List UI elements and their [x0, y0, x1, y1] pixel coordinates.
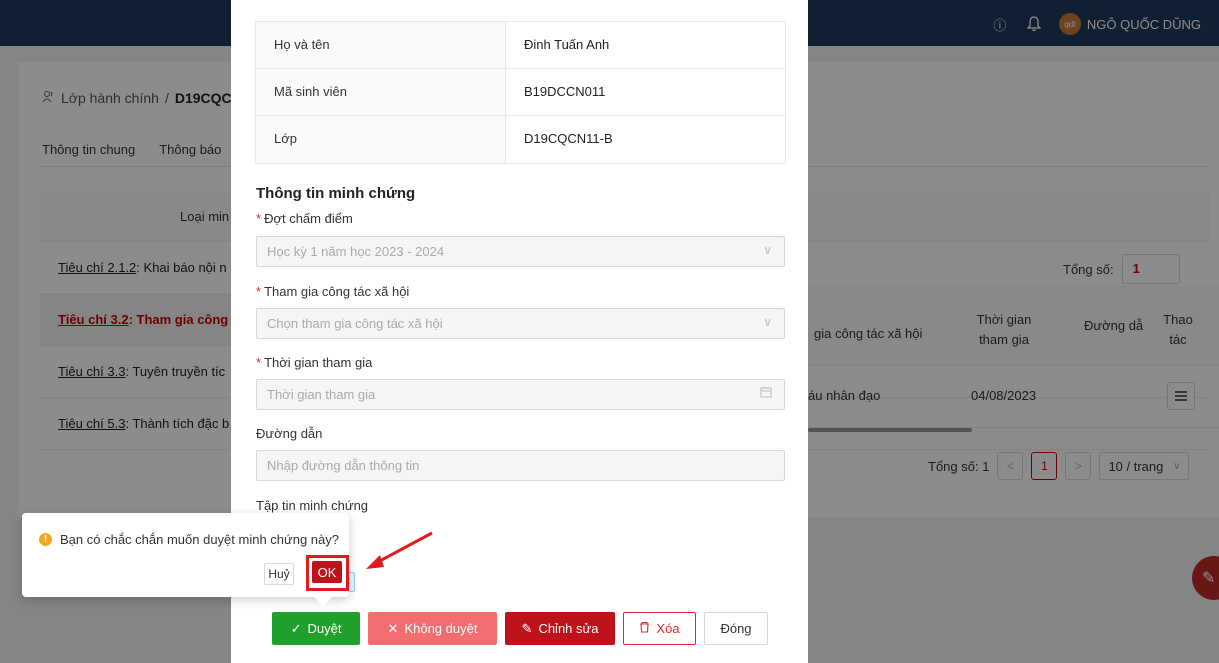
popover-arrow [314, 597, 332, 606]
trash-icon [639, 621, 650, 636]
reject-label: Không duyệt [404, 621, 478, 636]
confirm-message: ! Bạn có chắc chắn muốn duyệt minh chứng… [39, 532, 339, 547]
calendar-icon [760, 386, 772, 401]
chevron-down-icon: ∨ [763, 315, 772, 329]
activity-label: * Tham gia công tác xã hội [256, 284, 410, 299]
value-class: D19CQCN11-B [524, 131, 613, 146]
close-button[interactable]: Đóng [704, 612, 768, 645]
edit-label: Chỉnh sửa [538, 621, 599, 636]
check-icon: ✓ [290, 620, 302, 636]
period-select: Học kỳ 1 năm học 2023 - 2024 ∨ [256, 236, 785, 267]
activity-placeholder: Chọn tham gia công tác xã hội [267, 316, 443, 331]
pencil-icon: ✎ [521, 620, 533, 636]
period-label: * Đợt chấm điểm [256, 211, 353, 226]
value-student-id: B19DCCN011 [524, 84, 606, 99]
time-picker[interactable]: Thời gian tham gia [256, 379, 785, 410]
info-row-student-id: Mã sinh viên B19DCCN011 [256, 69, 785, 116]
approve-label: Duyệt [307, 621, 342, 636]
warning-icon: ! [39, 533, 52, 546]
confirm-text: Bạn có chắc chắn muốn duyệt minh chứng n… [60, 532, 339, 547]
info-row-class: Lớp D19CQCN11-B [256, 116, 785, 163]
link-input[interactable]: Nhập đường dẫn thông tin [256, 450, 785, 481]
approve-confirm-popover: ! Bạn có chắc chắn muốn duyệt minh chứng… [22, 513, 349, 597]
reject-button[interactable]: ✕ Không duyệt [368, 612, 497, 645]
period-value: Học kỳ 1 năm học 2023 - 2024 [267, 244, 445, 259]
highlight-annotation [306, 555, 349, 591]
delete-button[interactable]: Xóa [623, 612, 696, 645]
label-class: Lớp [256, 116, 506, 163]
edit-button[interactable]: ✎ Chỉnh sửa [505, 612, 615, 645]
close-icon: ✕ [387, 620, 399, 636]
value-full-name: Đinh Tuấn Anh [524, 37, 610, 52]
label-student-id: Mã sinh viên [256, 69, 506, 115]
time-label: * Thời gian tham gia [256, 355, 373, 370]
label-full-name: Họ và tên [256, 22, 506, 68]
confirm-cancel-button[interactable]: Huỷ [264, 563, 294, 585]
student-info-table: Họ và tên Đinh Tuấn Anh Mã sinh viên B19… [255, 21, 786, 164]
info-row-name: Họ và tên Đinh Tuấn Anh [256, 22, 785, 69]
chevron-down-icon: ∨ [763, 243, 772, 257]
annotation-arrow-icon [366, 531, 433, 569]
link-label: Đường dẫn [256, 426, 323, 441]
file-label: Tập tin minh chứng [256, 498, 369, 513]
section-title: Thông tin minh chứng [256, 185, 416, 202]
link-placeholder: Nhập đường dẫn thông tin [267, 458, 420, 473]
time-placeholder: Thời gian tham gia [267, 387, 376, 402]
activity-select[interactable]: Chọn tham gia công tác xã hội ∨ [256, 308, 785, 339]
modal-actions: ✓ Duyệt ✕ Không duyệt ✎ Chỉnh sửa Xóa Đó… [272, 612, 768, 645]
delete-label: Xóa [656, 621, 680, 636]
approve-button[interactable]: ✓ Duyệt [272, 612, 360, 645]
